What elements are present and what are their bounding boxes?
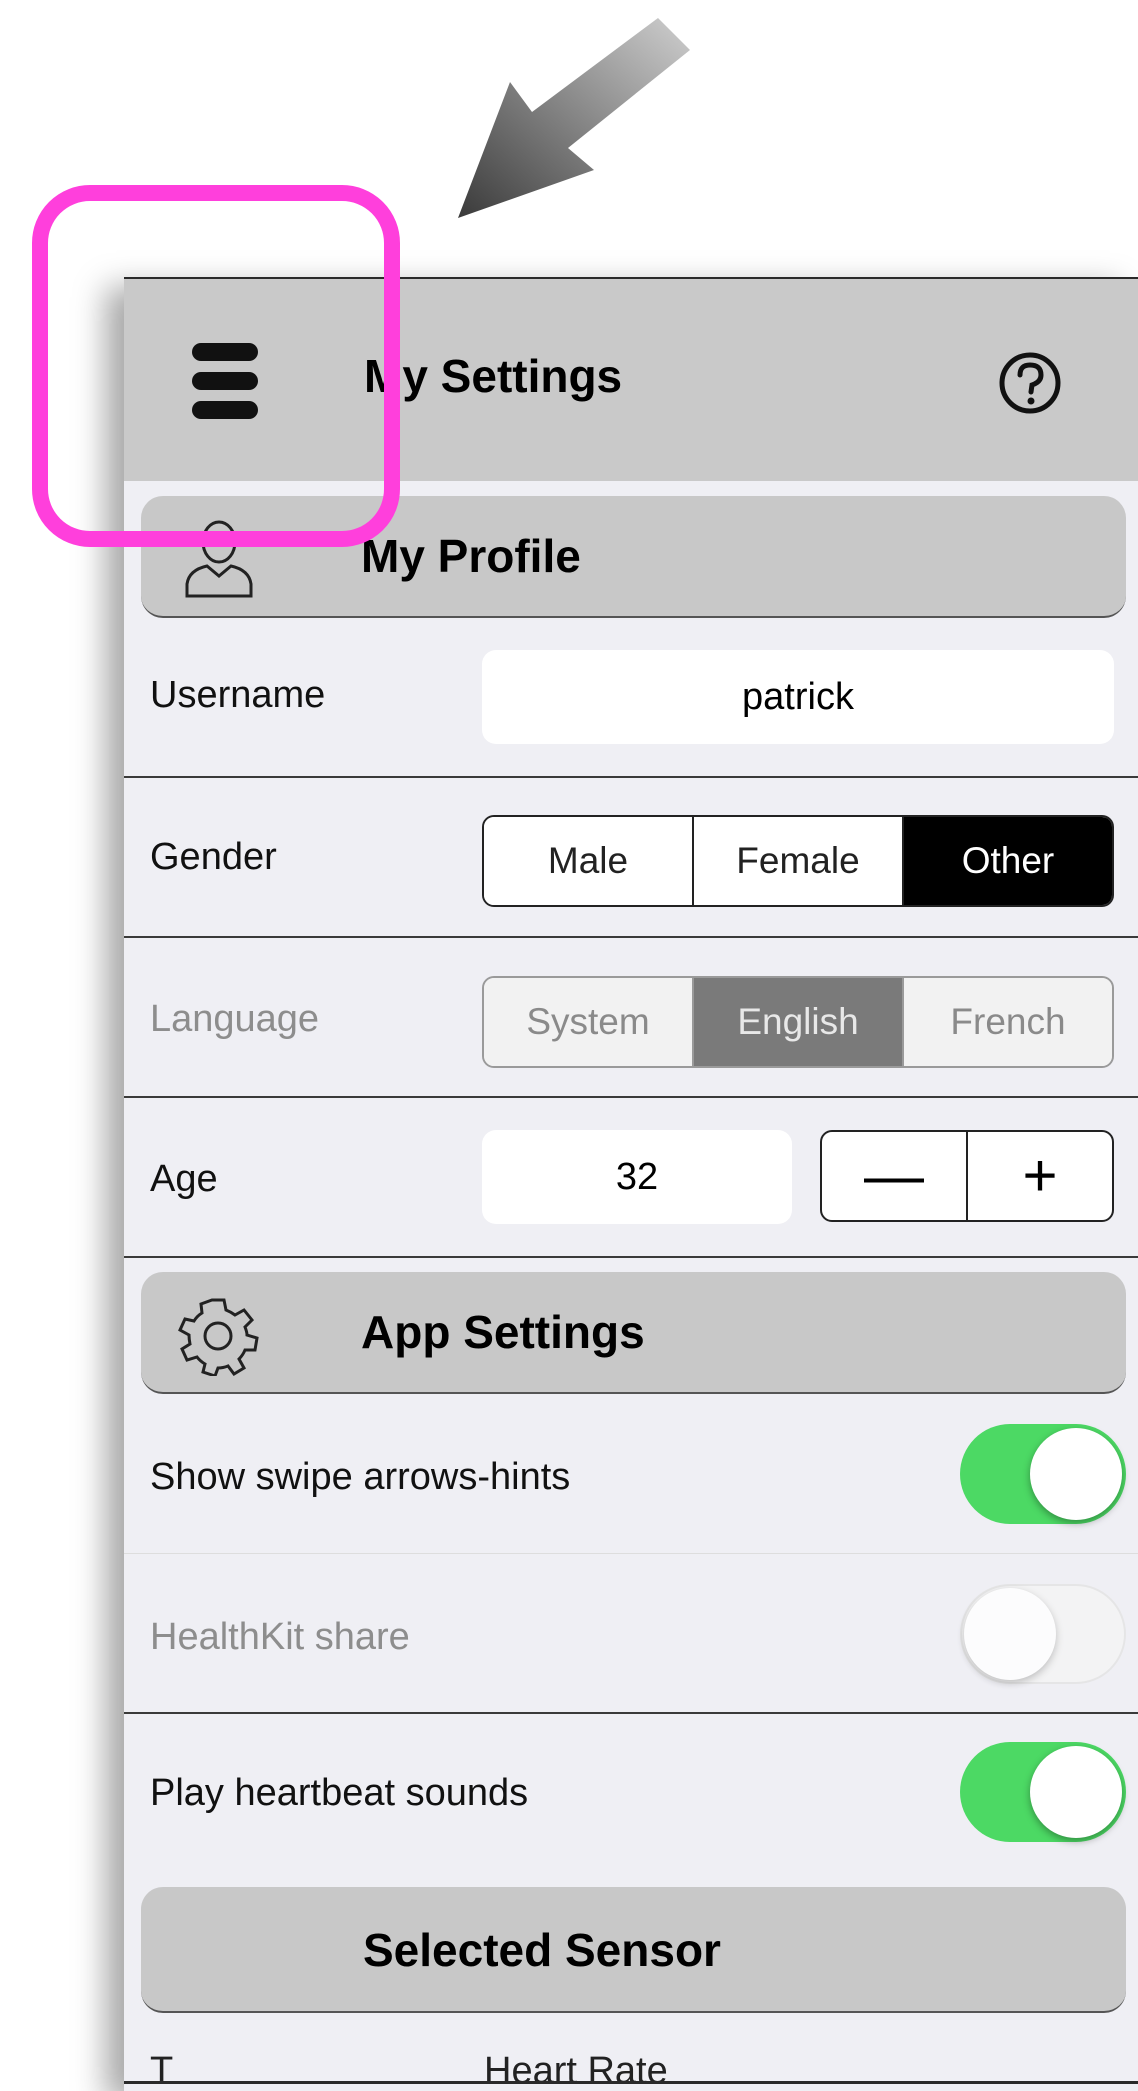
- section-header-app-settings: App Settings: [141, 1272, 1126, 1394]
- heartbeat-sounds-row: Play heartbeat sounds: [124, 1714, 1138, 1864]
- username-row: Username patrick: [124, 618, 1138, 778]
- heartbeat-sounds-toggle[interactable]: [960, 1742, 1126, 1842]
- toggle-knob: [1030, 1428, 1122, 1520]
- language-option-english[interactable]: English: [694, 978, 904, 1066]
- sensor-type-value: Heart Rate: [484, 2050, 668, 2091]
- gear-outline-icon: [178, 1298, 259, 1376]
- highlight-box: [32, 185, 400, 547]
- age-field[interactable]: 32: [482, 1130, 792, 1224]
- age-stepper: — +: [820, 1130, 1114, 1222]
- language-option-french[interactable]: French: [904, 978, 1112, 1066]
- section-title-selected-sensor: Selected Sensor: [363, 1924, 721, 1976]
- gender-option-female[interactable]: Female: [694, 817, 904, 905]
- gender-label: Gender: [150, 836, 277, 878]
- settings-screen: My Settings My Profile Username patrick …: [124, 277, 1138, 2091]
- toggle-knob: [964, 1588, 1056, 1680]
- healthkit-toggle[interactable]: [960, 1584, 1126, 1684]
- toggle-knob: [1030, 1746, 1122, 1838]
- username-label: Username: [150, 674, 326, 716]
- section-header-selected-sensor: Selected Sensor: [141, 1887, 1126, 2013]
- sensor-type-label: T: [150, 2050, 174, 2091]
- section-title-app-settings: App Settings: [361, 1306, 645, 1358]
- age-label: Age: [150, 1158, 218, 1200]
- sensor-type-row: T Heart Rate: [124, 2010, 1138, 2091]
- gender-segmented-control: Male Female Other: [482, 815, 1114, 907]
- healthkit-label: HealthKit share: [150, 1616, 410, 1658]
- healthkit-row: HealthKit share: [124, 1554, 1138, 1714]
- section-title-profile: My Profile: [361, 530, 581, 582]
- language-label: Language: [150, 998, 320, 1040]
- language-option-system[interactable]: System: [484, 978, 694, 1066]
- age-row: Age 32 — +: [124, 1098, 1138, 1258]
- gender-option-male[interactable]: Male: [484, 817, 694, 905]
- page-title: My Settings: [364, 350, 623, 402]
- swipe-hints-label: Show swipe arrows-hints: [150, 1456, 571, 1498]
- swipe-hints-row: Show swipe arrows-hints: [124, 1394, 1138, 1554]
- heartbeat-sounds-label: Play heartbeat sounds: [150, 1772, 529, 1814]
- bottom-divider: [124, 2081, 1138, 2084]
- swipe-hints-toggle[interactable]: [960, 1424, 1126, 1524]
- help-icon[interactable]: [998, 351, 1062, 415]
- username-field[interactable]: patrick: [482, 650, 1114, 744]
- language-row: Language System English French: [124, 938, 1138, 1098]
- gender-row: Gender Male Female Other: [124, 778, 1138, 938]
- decrement-button[interactable]: —: [822, 1132, 968, 1220]
- language-segmented-control: System English French: [482, 976, 1114, 1068]
- gender-option-other[interactable]: Other: [904, 817, 1112, 905]
- increment-button[interactable]: +: [968, 1132, 1112, 1220]
